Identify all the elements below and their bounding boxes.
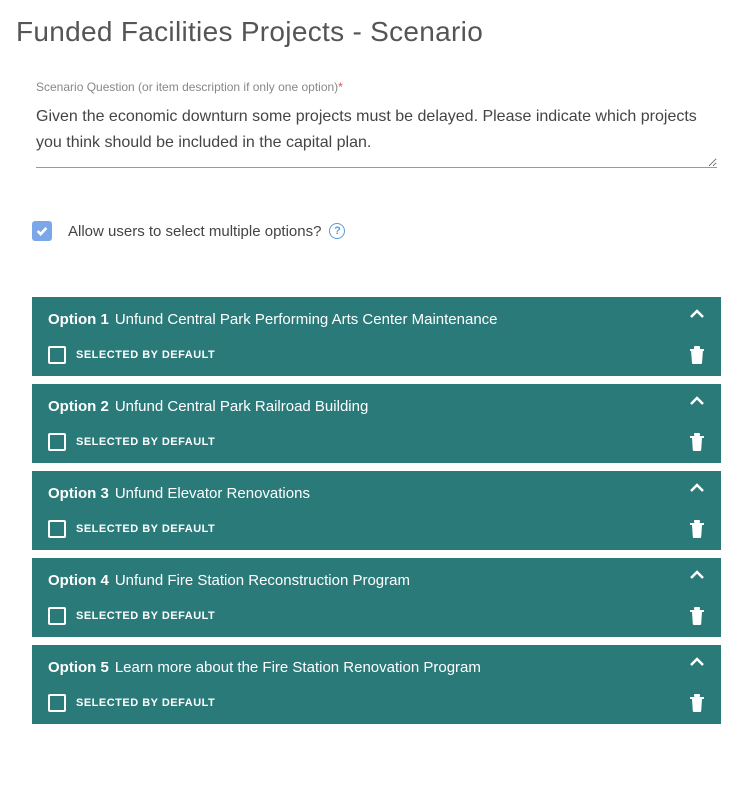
option-title: Unfund Central Park Railroad Building (115, 398, 705, 415)
default-group: SELECTED BY DEFAULT (48, 433, 215, 451)
option-number: Option 2 (48, 398, 109, 415)
default-group: SELECTED BY DEFAULT (48, 694, 215, 712)
options-list: Option 1 Unfund Central Park Performing … (16, 297, 737, 724)
option-number: Option 3 (48, 485, 109, 502)
collapse-toggle[interactable] (689, 481, 705, 499)
question-section: Scenario Question (or item description i… (16, 80, 737, 173)
chevron-up-icon (689, 482, 705, 494)
option-card: Option 2 Unfund Central Park Railroad Bu… (32, 384, 721, 463)
chevron-up-icon (689, 656, 705, 668)
chevron-up-icon (689, 395, 705, 407)
multi-select-label: Allow users to select multiple options? (68, 223, 321, 240)
default-checkbox[interactable] (48, 694, 66, 712)
chevron-up-icon (689, 569, 705, 581)
option-title: Unfund Elevator Renovations (115, 485, 705, 502)
check-icon (35, 224, 49, 238)
option-title: Unfund Fire Station Reconstruction Progr… (115, 572, 705, 589)
delete-button[interactable] (689, 346, 705, 364)
required-asterisk: * (338, 80, 343, 94)
trash-icon (689, 607, 705, 625)
help-icon[interactable]: ? (329, 223, 345, 239)
default-checkbox[interactable] (48, 346, 66, 364)
option-card: Option 5 Learn more about the Fire Stati… (32, 645, 721, 724)
option-number: Option 5 (48, 659, 109, 676)
default-group: SELECTED BY DEFAULT (48, 607, 215, 625)
scenario-question-input[interactable] (36, 100, 717, 168)
question-label: Scenario Question (or item description i… (36, 80, 717, 94)
chevron-up-icon (689, 308, 705, 320)
delete-button[interactable] (689, 433, 705, 451)
option-card: Option 3 Unfund Elevator Renovations SEL… (32, 471, 721, 550)
default-checkbox[interactable] (48, 607, 66, 625)
option-title: Unfund Central Park Performing Arts Cent… (115, 311, 705, 328)
default-label: SELECTED BY DEFAULT (76, 610, 215, 622)
delete-button[interactable] (689, 520, 705, 538)
trash-icon (689, 346, 705, 364)
option-number: Option 1 (48, 311, 109, 328)
page-title: Funded Facilities Projects - Scenario (16, 16, 737, 48)
default-checkbox[interactable] (48, 520, 66, 538)
trash-icon (689, 694, 705, 712)
delete-button[interactable] (689, 694, 705, 712)
default-label: SELECTED BY DEFAULT (76, 697, 215, 709)
collapse-toggle[interactable] (689, 655, 705, 673)
default-label: SELECTED BY DEFAULT (76, 436, 215, 448)
option-title: Learn more about the Fire Station Renova… (115, 659, 705, 676)
delete-button[interactable] (689, 607, 705, 625)
default-label: SELECTED BY DEFAULT (76, 523, 215, 535)
option-card: Option 4 Unfund Fire Station Reconstruct… (32, 558, 721, 637)
collapse-toggle[interactable] (689, 307, 705, 325)
default-label: SELECTED BY DEFAULT (76, 349, 215, 361)
option-number: Option 4 (48, 572, 109, 589)
default-checkbox[interactable] (48, 433, 66, 451)
option-card: Option 1 Unfund Central Park Performing … (32, 297, 721, 376)
default-group: SELECTED BY DEFAULT (48, 520, 215, 538)
trash-icon (689, 520, 705, 538)
default-group: SELECTED BY DEFAULT (48, 346, 215, 364)
collapse-toggle[interactable] (689, 394, 705, 412)
trash-icon (689, 433, 705, 451)
multi-select-row: Allow users to select multiple options? … (16, 221, 737, 241)
collapse-toggle[interactable] (689, 568, 705, 586)
multi-select-checkbox[interactable] (32, 221, 52, 241)
